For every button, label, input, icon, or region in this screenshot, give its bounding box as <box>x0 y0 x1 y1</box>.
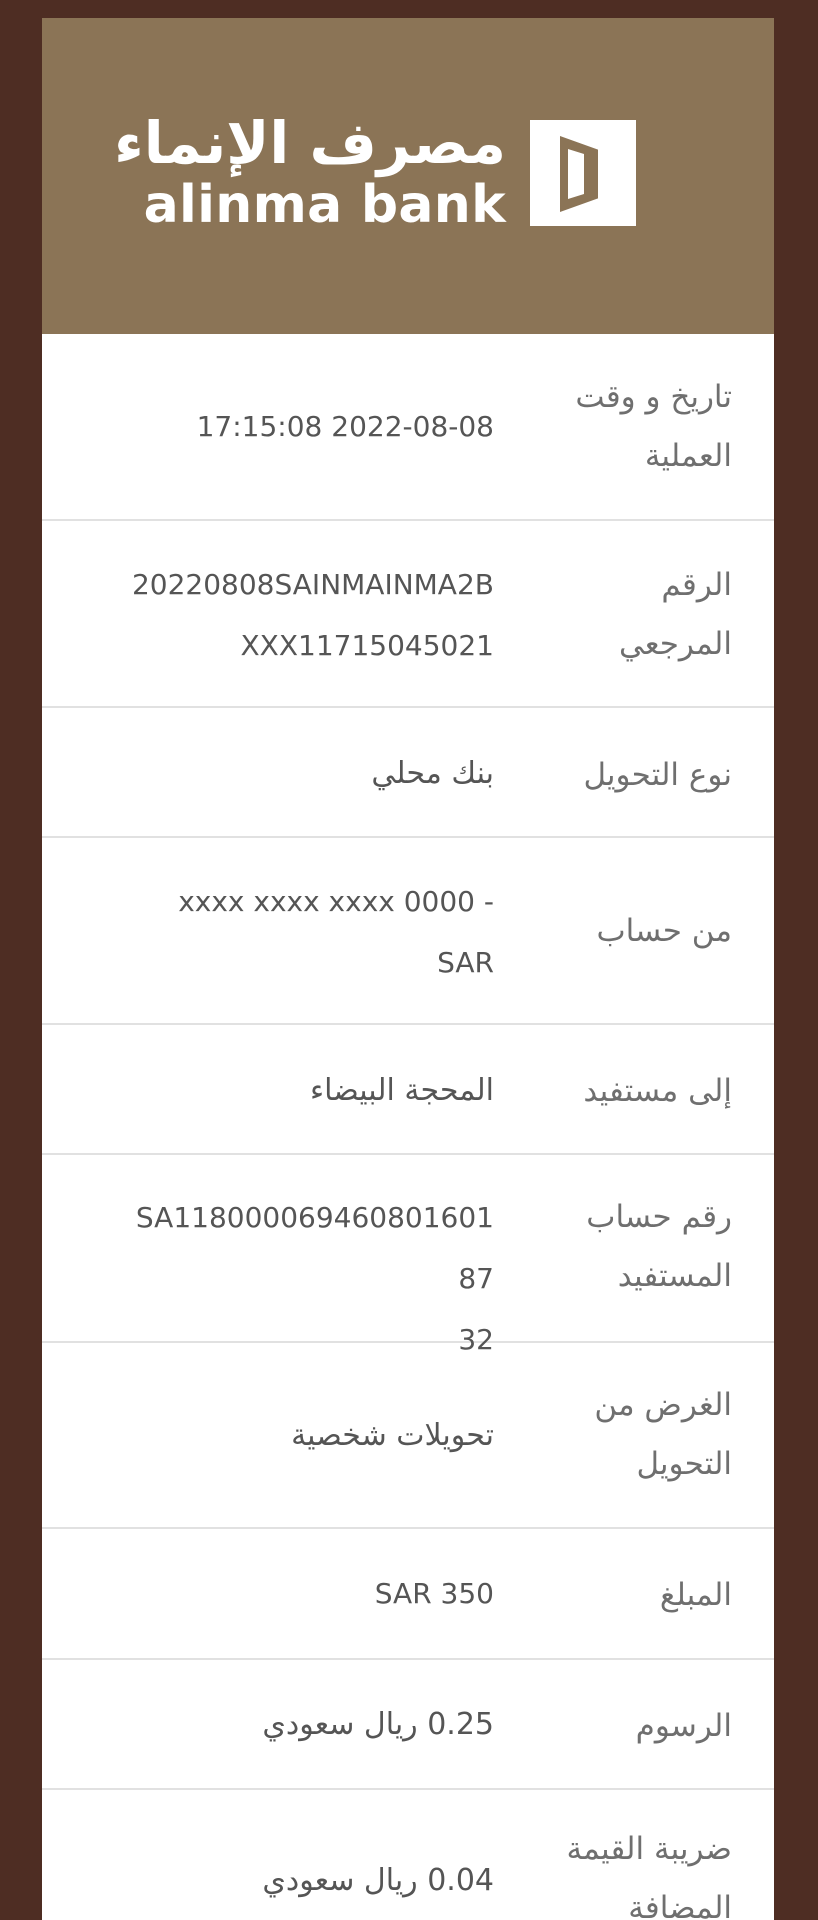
detail-value: 0.25 ريال سعودي <box>262 1707 494 1742</box>
alinma-logo-icon <box>530 120 636 226</box>
detail-label: رقم حساب المستفيد <box>586 1199 732 1294</box>
bank-header: مصرف الإنماء alinma bank <box>42 18 774 334</box>
detail-label: إلى مستفيد <box>583 1073 732 1109</box>
detail-value: 0.04 ريال سعودي <box>262 1863 494 1898</box>
detail-row-transfer-type: نوع التحويل بنك محلي <box>42 708 774 838</box>
detail-label: الرسوم <box>635 1708 732 1744</box>
detail-value: 17:15:08 2022-08-08 <box>196 410 494 443</box>
detail-row-vat: ضريبة القيمة المضافة 0.04 ريال سعودي <box>42 1790 774 1920</box>
detail-value: تحويلات شخصية <box>291 1418 494 1453</box>
detail-value: بنك محلي <box>371 756 494 791</box>
detail-row-purpose: الغرض من التحويل تحويلات شخصية <box>42 1343 774 1529</box>
detail-value: xxxx xxxx xxxx 0000 - SAR <box>178 885 494 979</box>
receipt-card: مصرف الإنماء alinma bank تاريخ و وقت الع… <box>42 18 774 1920</box>
detail-label: الرقم المرجعي <box>618 567 732 662</box>
detail-label: المبلغ <box>659 1577 732 1613</box>
detail-row-datetime: تاريخ و وقت العملية 17:15:08 2022-08-08 <box>42 334 774 521</box>
transfer-receipt-screen: مصرف الإنماء alinma bank تاريخ و وقت الع… <box>0 0 818 1920</box>
detail-value: المحجة البيضاء <box>309 1073 494 1108</box>
detail-label: نوع التحويل <box>583 757 732 793</box>
detail-value: 20220808SAINMAINMA2B XXX11715045021 <box>131 568 494 662</box>
detail-label: من حساب <box>596 913 732 949</box>
detail-row-beneficiary-account: رقم حساب المستفيد SA118000069460801601 8… <box>42 1155 774 1356</box>
detail-row-beneficiary: إلى مستفيد المحجة البيضاء <box>42 1025 774 1155</box>
detail-label: الغرض من التحويل <box>594 1387 732 1482</box>
bank-name-english: alinma bank <box>143 175 506 235</box>
detail-value: SAR 350 <box>374 1577 494 1610</box>
detail-row-from-account: من حساب xxxx xxxx xxxx 0000 - SAR <box>42 838 774 1025</box>
bank-name-arabic: مصرف الإنماء <box>114 109 506 177</box>
detail-label: ضريبة القيمة المضافة <box>566 1831 732 1920</box>
detail-row-amount: المبلغ SAR 350 <box>42 1529 774 1660</box>
detail-row-fees: الرسوم 0.25 ريال سعودي <box>42 1660 774 1790</box>
detail-row-reference: الرقم المرجعي 20220808SAINMAINMA2B XXX11… <box>42 521 774 708</box>
detail-label: تاريخ و وقت العملية <box>575 379 732 474</box>
